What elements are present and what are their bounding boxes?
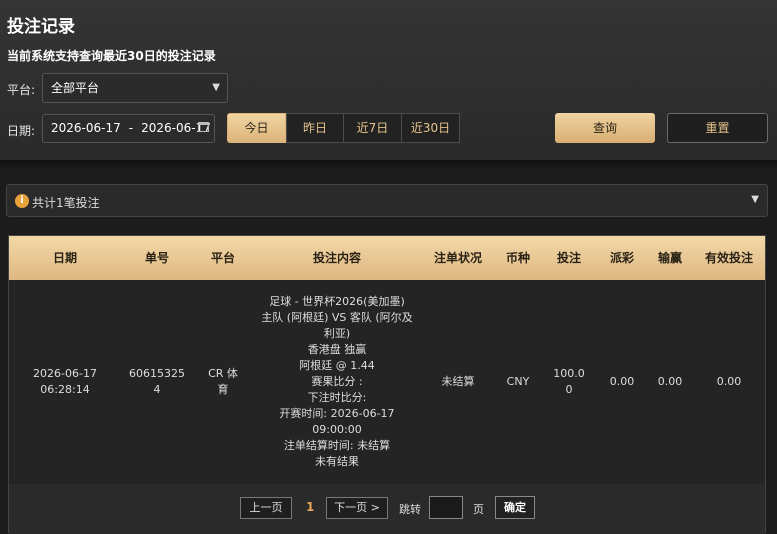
jump-label: 跳转	[399, 503, 421, 516]
header-bet: 投注	[556, 251, 581, 265]
page-unit-label: 页	[473, 503, 484, 516]
platform-select-value: 全部平台	[51, 81, 100, 95]
cell-order-no-line: 4	[153, 383, 161, 396]
date-separator: -	[128, 121, 134, 135]
cell-date-line: 2026-06-17	[33, 367, 97, 380]
content-line: 下注时比分:	[307, 391, 367, 404]
current-page[interactable]: 1	[306, 500, 314, 514]
table-header: 日期 单号 平台 投注内容 注单状况 币种 投注 派彩 输赢 有效投注	[9, 236, 765, 280]
header-date: 日期	[52, 251, 77, 265]
cell-currency: CNY	[506, 375, 530, 388]
calendar-icon[interactable]	[198, 122, 209, 132]
reset-button[interactable]: 重置	[667, 113, 768, 143]
cell-platform-line: 育	[217, 383, 229, 396]
date-label: 日期:	[7, 124, 36, 138]
content-line: 开赛时间: 2026-06-17	[279, 407, 395, 420]
jump-confirm-button[interactable]: 确定	[495, 496, 535, 519]
header-winloss: 输赢	[657, 251, 682, 265]
content-line: 香港盘 独赢	[307, 343, 367, 356]
header-valid-bet: 有效投注	[704, 251, 753, 265]
header-payout: 派彩	[609, 251, 634, 265]
content-line: 09:00:00	[312, 423, 362, 436]
content-line: 赛果比分 :	[311, 375, 363, 388]
range-7days-button[interactable]: 近7日	[343, 113, 402, 143]
info-icon: i	[15, 194, 29, 208]
content-line: 阿根廷 @ 1.44	[299, 359, 375, 372]
cell-valid-bet: 0.00	[716, 375, 742, 388]
cell-platform-line: CR 体	[208, 367, 238, 380]
filter-panel: 投注记录 当前系统支持查询最近30日的投注记录 平台: 全部平台 ▼ 日期: 2…	[0, 0, 777, 160]
page-title: 投注记录	[7, 17, 75, 37]
pagination: 上一页 1 下一页 > 跳转 页 确定	[9, 484, 765, 534]
cell-bet-line: 0	[565, 383, 573, 396]
table-row: 2026-06-17 06:28:14 60615325 4 CR 体育 足球 - …	[9, 280, 765, 485]
date-range-input[interactable]: 2026-06-17-2026-06-17	[42, 114, 215, 143]
cell-time-line: 06:28:14	[40, 383, 90, 396]
next-page-button[interactable]: 下一页 >	[326, 497, 388, 519]
range-yesterday-button[interactable]: 昨日	[286, 113, 344, 143]
prev-page-button[interactable]: 上一页	[240, 497, 292, 519]
date-start: 2026-06-17	[51, 121, 121, 135]
header-platform: 平台	[210, 251, 235, 265]
platform-select[interactable]: 全部平台 ▼	[42, 73, 228, 103]
cell-date: 2026-06-17 06:28:14	[9, 280, 121, 484]
content-line: 注单结算时间: 未结算	[283, 439, 391, 452]
range-today-button[interactable]: 今日	[227, 113, 286, 143]
cell-winloss: 0.00	[657, 375, 683, 388]
cell-payout: 0.00	[609, 375, 635, 388]
range-30days-button[interactable]: 近30日	[401, 113, 460, 143]
header-content: 投注内容	[312, 251, 361, 265]
header-currency: 币种	[505, 251, 530, 265]
summary-bar[interactable]: i 共计1笔投注 ▼	[6, 184, 768, 217]
bet-records-table: 日期 单号 平台 投注内容 注单状况 币种 投注 派彩 输赢 有效投注 2026…	[8, 235, 766, 534]
divider	[0, 160, 777, 170]
header-status: 注单状况	[433, 251, 482, 265]
cell-bet-line: 100.0	[553, 367, 585, 380]
page-subtitle: 当前系统支持查询最近30日的投注记录	[7, 49, 216, 63]
content-line: 主队 (阿根廷) VS 客队 (阿尔及	[261, 311, 413, 324]
jump-page-input[interactable]	[429, 496, 463, 519]
cell-order-no-line: 60615325	[129, 367, 185, 380]
header-order-no: 单号	[144, 251, 169, 265]
chevron-down-icon: ▼	[212, 82, 220, 93]
summary-text: 共计1笔投注	[32, 196, 100, 210]
query-button[interactable]: 查询	[555, 113, 655, 143]
content-line: 未有结果	[315, 455, 359, 468]
content-line: 利亚)	[323, 327, 351, 340]
cell-status: 未结算	[441, 375, 475, 388]
chevron-down-icon[interactable]: ▼	[751, 194, 759, 205]
cell-platform: CR 体育	[193, 280, 253, 484]
platform-label: 平台:	[7, 83, 36, 97]
content-line: 足球 - 世界杯2026(美加墨)	[269, 295, 405, 308]
cell-order-no: 60615325 4	[121, 280, 193, 484]
cell-bet: 100.0 0	[541, 280, 597, 484]
cell-content: 足球 - 世界杯2026(美加墨) 主队 (阿根廷) VS 客队 (阿尔及 利亚…	[253, 280, 421, 484]
